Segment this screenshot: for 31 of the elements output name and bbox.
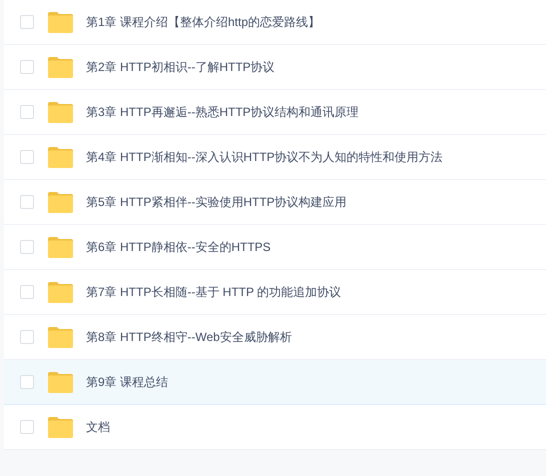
folder-name: 第1章 课程介绍【整体介绍http的恋爱路线】	[86, 14, 320, 31]
folder-icon	[47, 102, 74, 122]
checkbox[interactable]	[20, 60, 34, 74]
folder-row[interactable]: 第9章 课程总结	[4, 360, 546, 405]
checkbox[interactable]	[20, 105, 34, 119]
folder-icon	[47, 192, 74, 212]
folder-name: 第9章 课程总结	[86, 374, 168, 391]
folder-name: 第2章 HTTP初相识--了解HTTP协议	[86, 59, 275, 76]
folder-icon	[47, 372, 74, 392]
folder-name: 文档	[86, 419, 110, 436]
checkbox[interactable]	[20, 420, 34, 434]
checkbox[interactable]	[20, 15, 34, 29]
folder-icon	[47, 56, 74, 78]
folder-name: 第8章 HTTP终相守--Web安全威胁解析	[86, 329, 292, 346]
folder-name: 第3章 HTTP再邂逅--熟悉HTTP协议结构和通讯原理	[86, 104, 359, 121]
folder-icon	[47, 326, 74, 348]
checkbox[interactable]	[20, 150, 34, 164]
checkbox[interactable]	[20, 240, 34, 254]
folder-icon	[47, 236, 74, 258]
folder-name: 第6章 HTTP静相依--安全的HTTPS	[86, 239, 271, 256]
folder-icon	[47, 146, 74, 168]
folder-icon	[47, 416, 74, 438]
folder-name: 第4章 HTTP渐相知--深入认识HTTP协议不为人知的特性和使用方法	[86, 149, 443, 166]
folder-name: 第7章 HTTP长相随--基于 HTTP 的功能追加协议	[86, 284, 342, 301]
folder-name: 第5章 HTTP紧相伴--实验使用HTTP协议构建应用	[86, 194, 347, 211]
checkbox[interactable]	[20, 285, 34, 299]
checkbox[interactable]	[20, 195, 34, 209]
checkbox[interactable]	[20, 375, 34, 389]
folder-icon	[47, 282, 74, 302]
folder-icon	[47, 12, 74, 32]
checkbox[interactable]	[20, 330, 34, 344]
